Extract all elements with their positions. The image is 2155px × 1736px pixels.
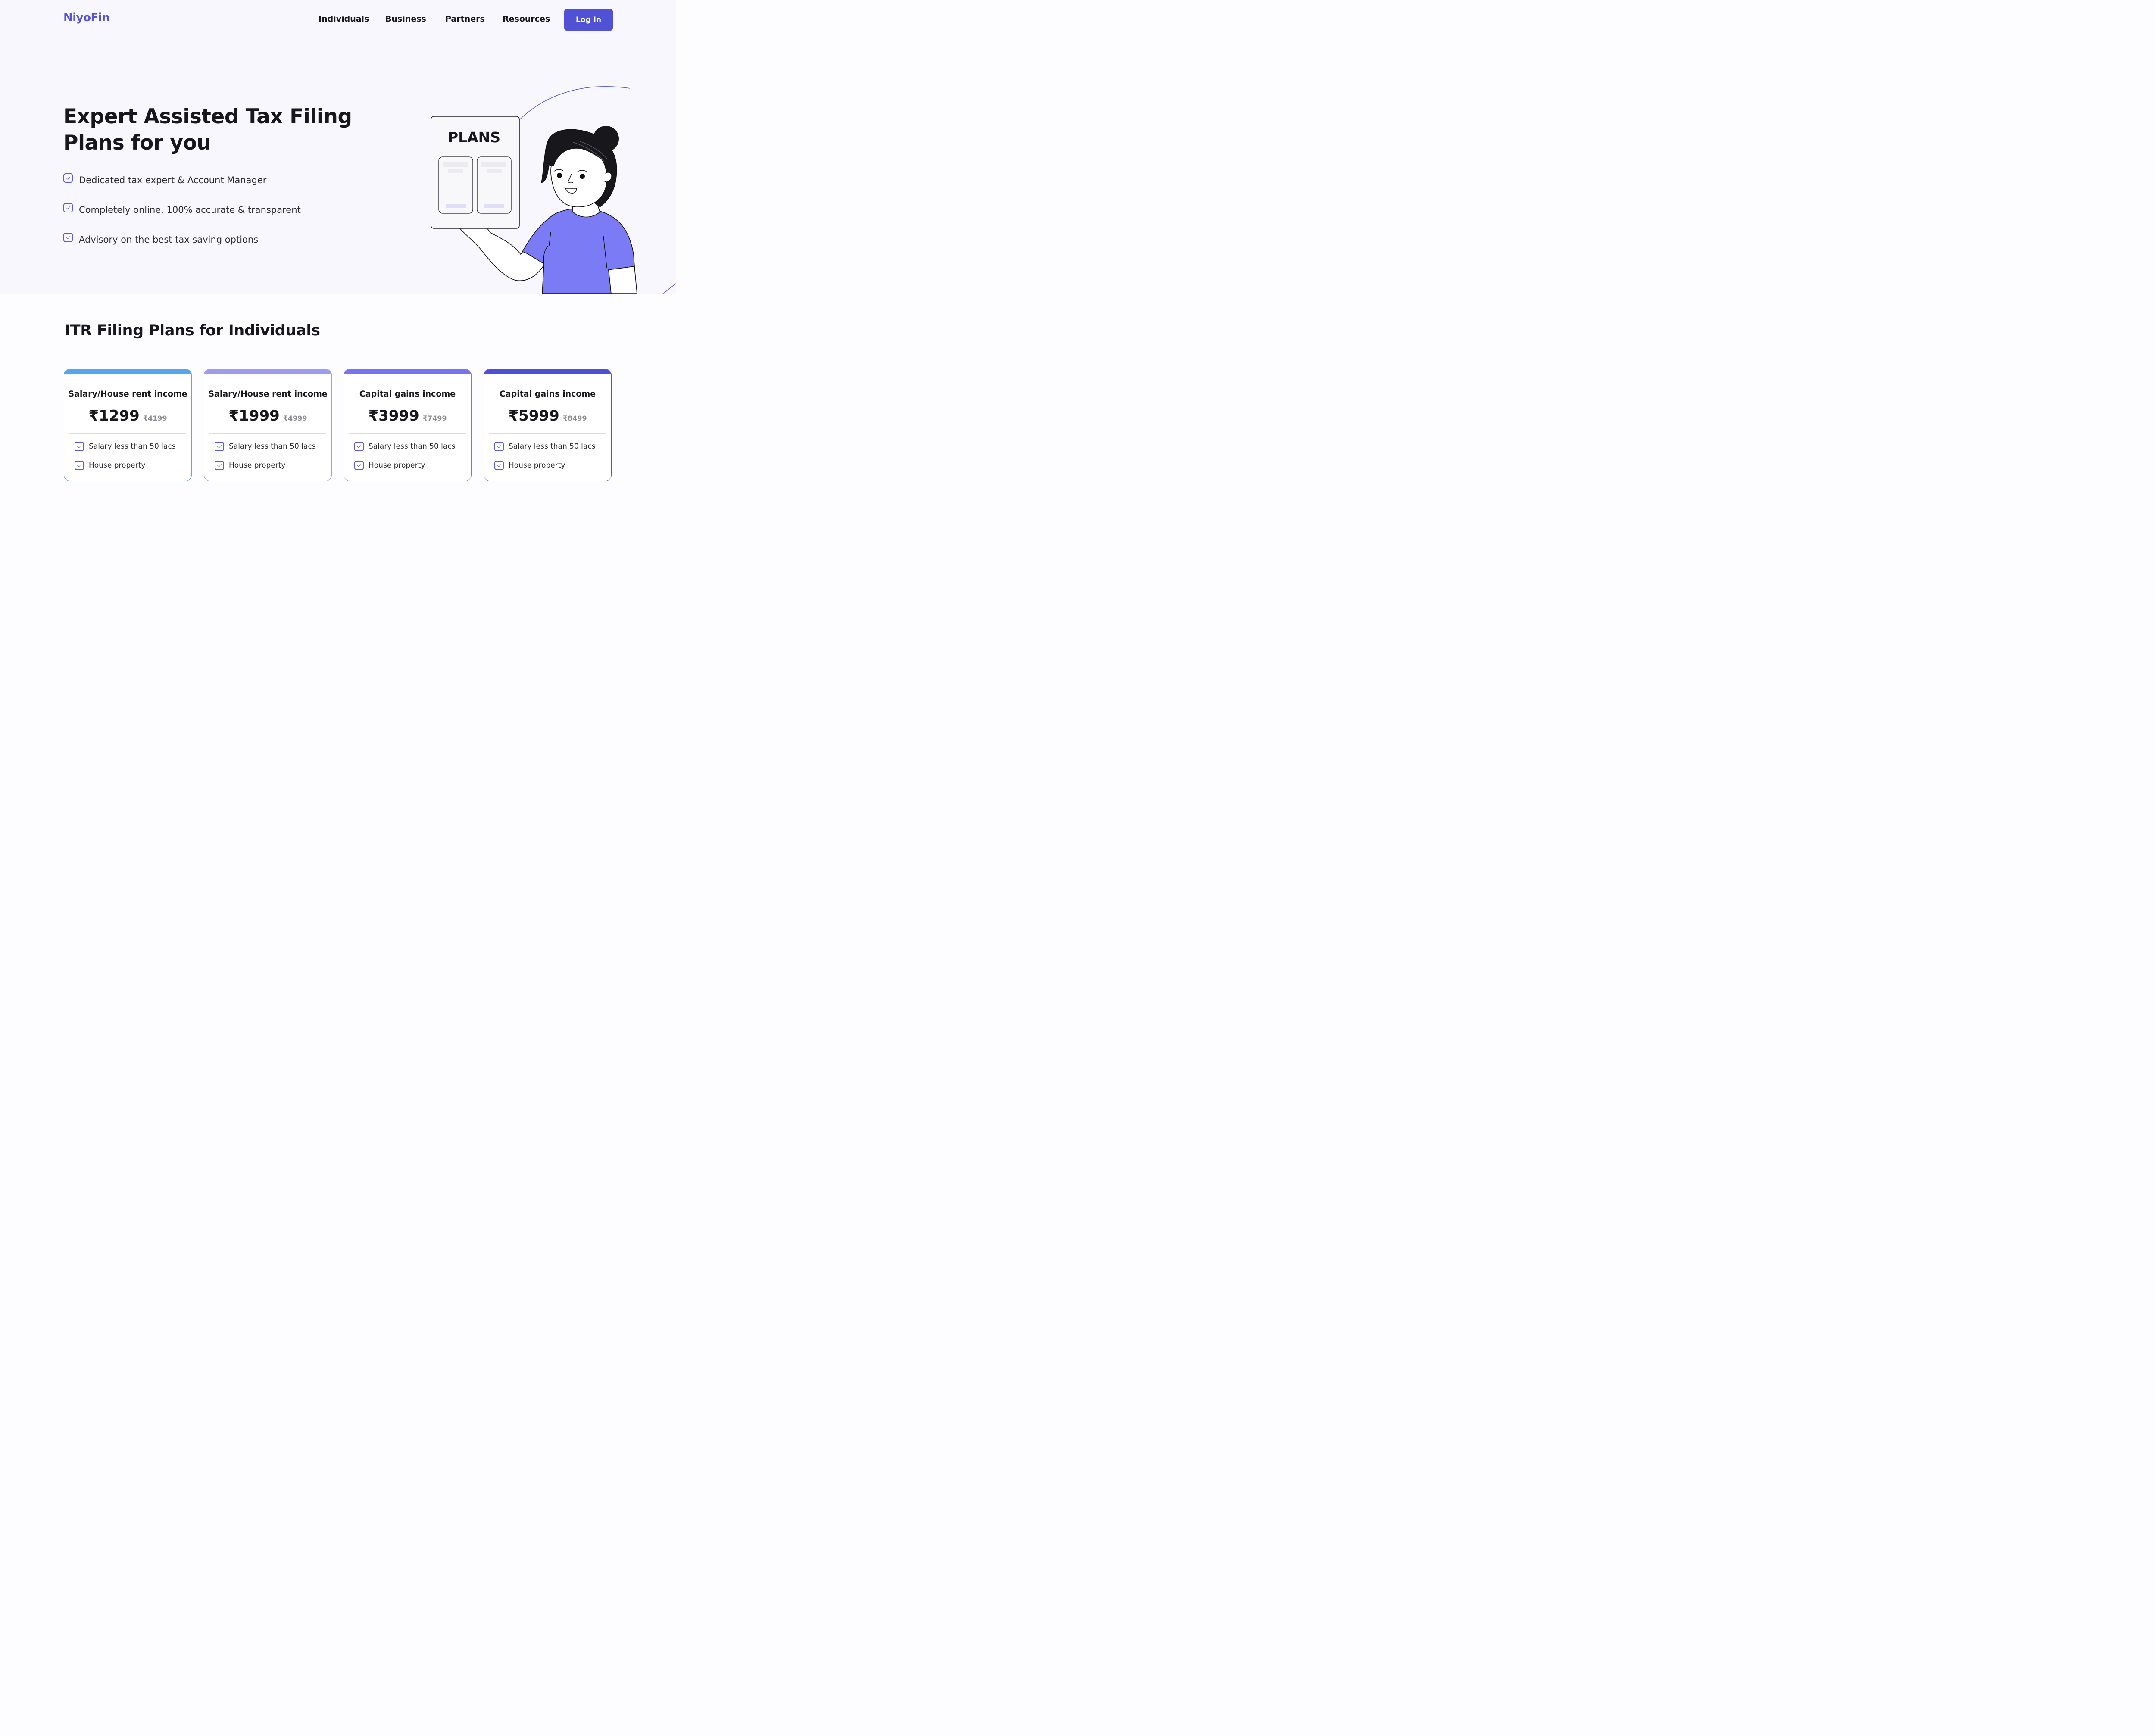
plan-price-old: ₹4999 xyxy=(283,414,307,422)
divider xyxy=(209,433,326,434)
plan-price: ₹1299 ₹4199 xyxy=(64,407,191,425)
plan-price: ₹3999 ₹7499 xyxy=(344,407,471,425)
plan-price: ₹1999 ₹4999 xyxy=(204,407,331,425)
plans-section-title: ITR Filing Plans for Individuals xyxy=(65,322,320,339)
plan-card-accent xyxy=(484,369,611,374)
plan-card-accent xyxy=(64,369,191,374)
plan-card[interactable]: Salary/House rent income ₹1299 ₹4199 Sala… xyxy=(64,369,192,481)
plans-board-label: PLANS xyxy=(448,129,500,146)
checkbox-check-icon xyxy=(354,461,364,470)
plan-card[interactable]: Capital gains income ₹5999 ₹8499 Salary l… xyxy=(484,369,612,481)
plan-feature: House property xyxy=(215,461,285,470)
checkbox-check-icon xyxy=(494,461,504,470)
divider xyxy=(349,433,466,434)
plan-price-current: ₹3999 xyxy=(368,407,419,425)
plan-price-current: ₹1299 xyxy=(88,407,140,425)
plan-title: Salary/House rent income xyxy=(208,389,328,399)
plan-feature: Salary less than 50 lacs xyxy=(75,442,176,451)
plan-feature-text: House property xyxy=(369,461,425,470)
plan-price: ₹5999 ₹8499 xyxy=(484,407,611,425)
checkbox-check-icon xyxy=(75,442,84,451)
plan-title: Salary/House rent income xyxy=(68,389,187,399)
plan-card-accent xyxy=(204,369,331,374)
plan-feature: Salary less than 50 lacs xyxy=(215,442,316,451)
eye-right xyxy=(580,174,585,179)
hero-section: NiyoFin Individuals Business Partners Re… xyxy=(0,0,676,294)
plan-price-current: ₹1999 xyxy=(228,407,280,425)
plan-price-old: ₹4199 xyxy=(143,414,167,422)
plan-feature: House property xyxy=(354,461,425,470)
right-arm xyxy=(608,266,637,294)
plan-card-accent xyxy=(344,369,471,374)
checkbox-check-icon xyxy=(354,442,364,451)
plan-feature: House property xyxy=(75,461,145,470)
hero-illustration: PLANS xyxy=(431,86,676,294)
plan-price-old: ₹7499 xyxy=(422,414,447,422)
plan-feature-text: Salary less than 50 lacs xyxy=(369,442,456,451)
plan-feature-text: House property xyxy=(229,461,286,470)
plan-price-old: ₹8499 xyxy=(562,414,587,422)
checkbox-check-icon xyxy=(215,461,224,470)
decorative-arc xyxy=(519,86,631,120)
plan-feature: Salary less than 50 lacs xyxy=(494,442,596,451)
plan-feature-text: House property xyxy=(509,461,565,470)
plan-title: Capital gains income xyxy=(499,389,596,399)
plan-card[interactable]: Salary/House rent income ₹1999 ₹4999 Sala… xyxy=(204,369,332,481)
plan-title: Capital gains income xyxy=(359,389,456,399)
plan-feature-text: House property xyxy=(89,461,146,470)
decorative-arc-corner xyxy=(662,283,676,294)
divider xyxy=(489,433,606,434)
plan-feature-text: Salary less than 50 lacs xyxy=(509,442,596,451)
plan-feature-text: Salary less than 50 lacs xyxy=(229,442,316,451)
plan-price-current: ₹5999 xyxy=(508,407,559,425)
checkbox-check-icon xyxy=(494,442,504,451)
plan-feature: Salary less than 50 lacs xyxy=(354,442,456,451)
plan-feature: House property xyxy=(494,461,565,470)
eye-left xyxy=(557,173,562,178)
checkbox-check-icon xyxy=(215,442,224,451)
plan-card[interactable]: Capital gains income ₹3999 ₹7499 Salary l… xyxy=(344,369,472,481)
checkbox-check-icon xyxy=(75,461,84,470)
plan-feature-text: Salary less than 50 lacs xyxy=(89,442,176,451)
divider xyxy=(69,433,186,434)
